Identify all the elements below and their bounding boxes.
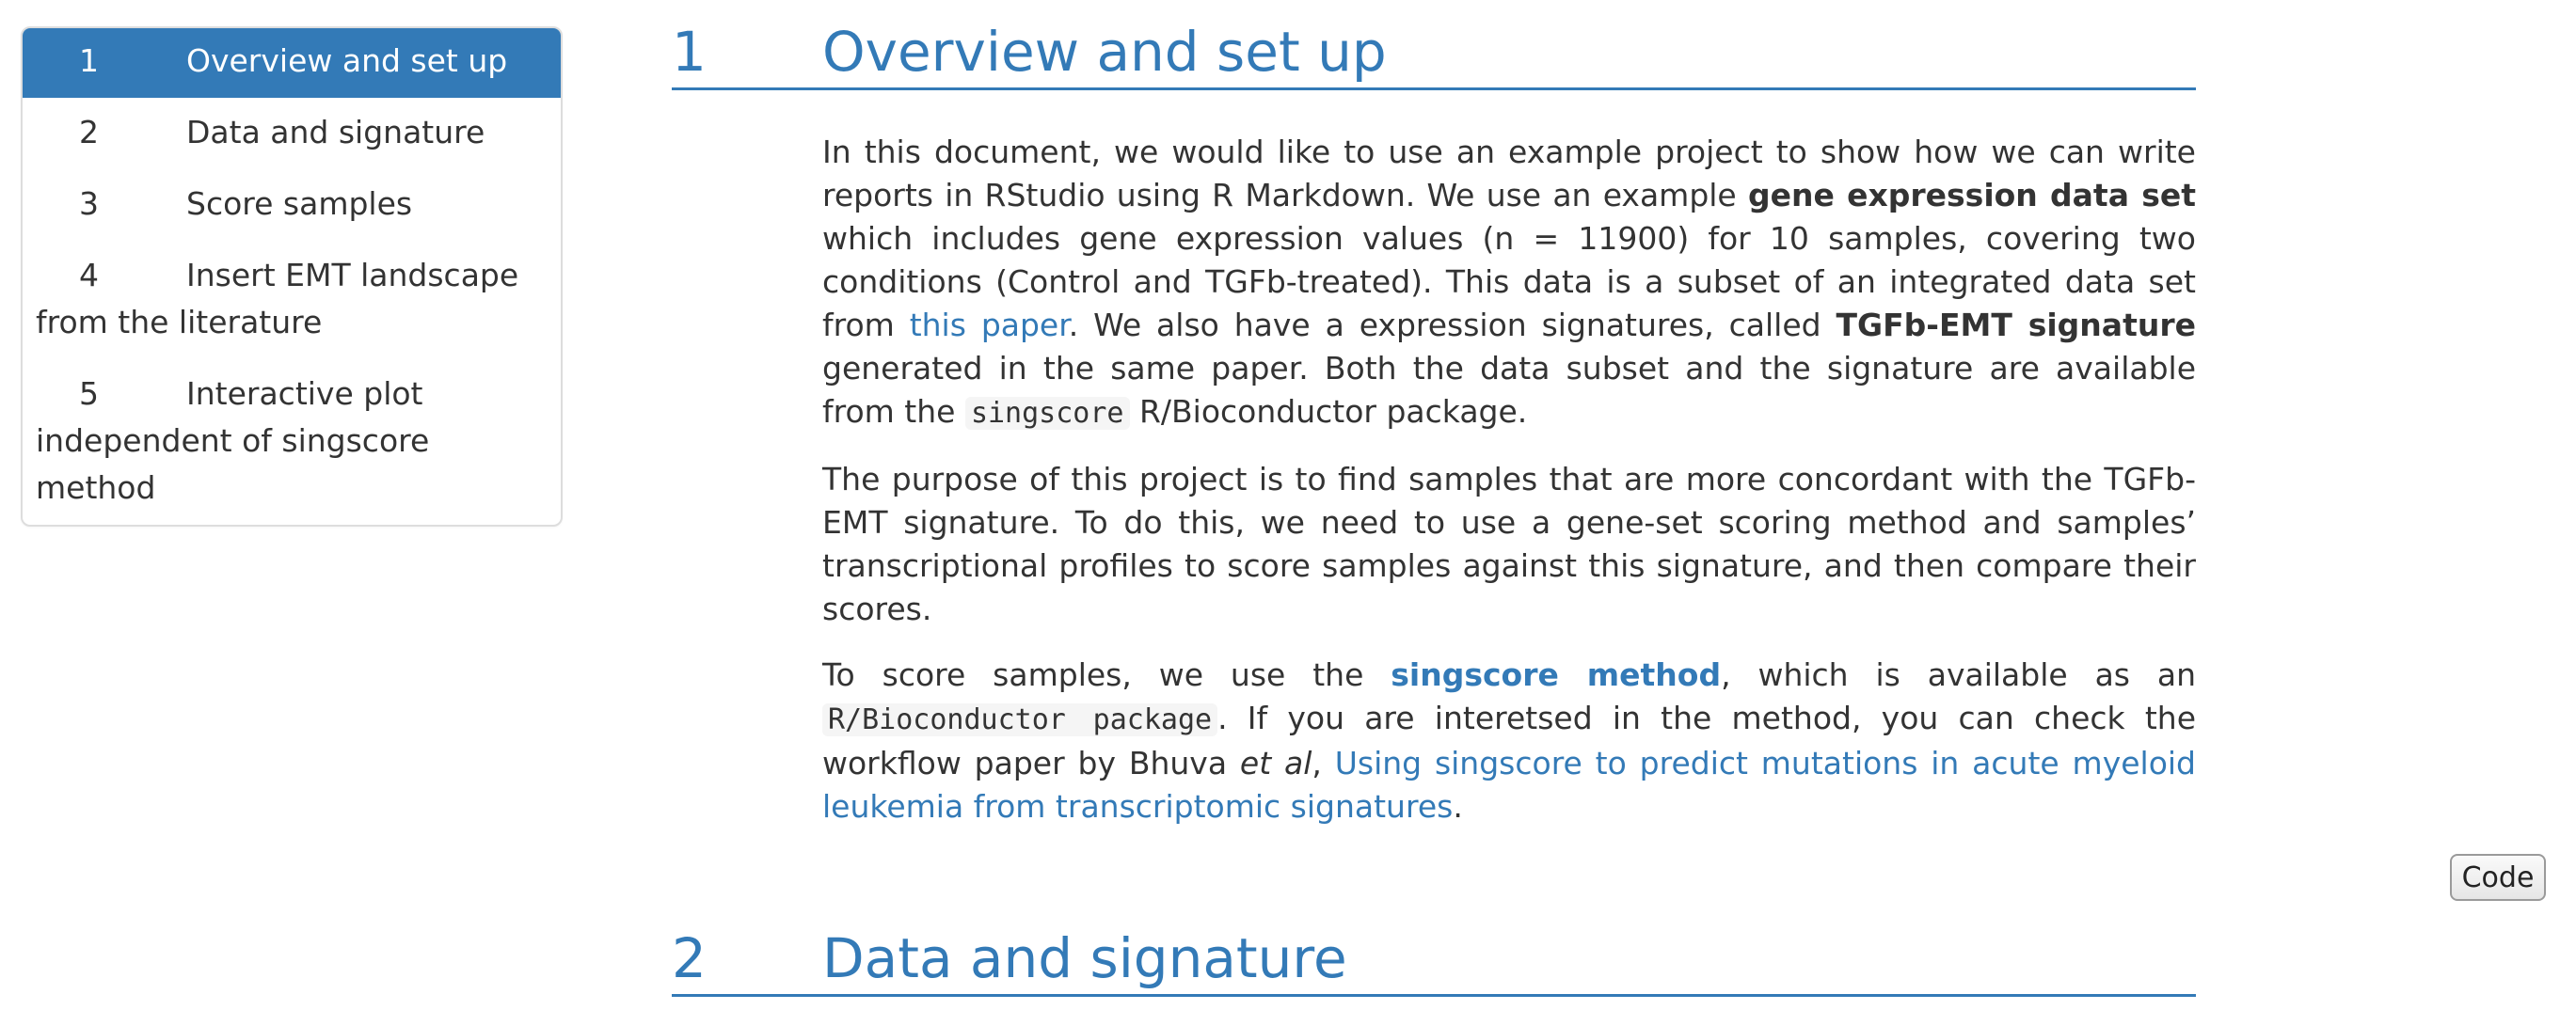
- text-run: To score samples, we use the: [822, 656, 1391, 693]
- section-number: 1: [672, 20, 707, 84]
- toc-item-number: 1: [79, 42, 99, 79]
- toc-item-score-samples[interactable]: 3 Score samples: [23, 169, 561, 241]
- section-number: 2: [672, 926, 707, 990]
- method-paragraph: To score samples, we use the singscore m…: [822, 654, 2196, 829]
- text-run: ,: [1312, 745, 1335, 781]
- bold-term-data-set: gene expression data set: [1747, 177, 2196, 213]
- toc-item-number: 3: [79, 185, 99, 222]
- section-title: Overview and set up: [822, 20, 1387, 84]
- toc-item-interactive-plot[interactable]: 5 Interactive plot independent of singsco…: [23, 359, 561, 525]
- toc-item-number: 2: [79, 114, 99, 150]
- inline-code-package: R/Bioconductor package: [822, 703, 1218, 736]
- toc-item-label: Data and signature: [186, 114, 485, 150]
- toc-item-number: 4: [79, 257, 99, 293]
- this-paper-link[interactable]: this paper: [910, 307, 1069, 343]
- table-of-contents: 1 Overview and set up 2 Data and signature…: [21, 26, 563, 527]
- singscore-method-link[interactable]: singscore method: [1391, 656, 1721, 693]
- section-heading-overview: 1 Overview and set up: [672, 19, 2196, 90]
- text-run: .: [1453, 788, 1463, 825]
- toc-item-data-signature[interactable]: 2 Data and signature: [23, 98, 561, 169]
- bold-term-signature: TGFb-EMT signature: [1836, 307, 2196, 343]
- text-run: . We also have a expression signatures, …: [1068, 307, 1837, 343]
- toc-item-number: 5: [79, 375, 99, 412]
- toc-item-emt-landscape[interactable]: 4 Insert EMT landscape from the literatur…: [23, 241, 561, 359]
- toc-item-overview[interactable]: 1 Overview and set up: [23, 28, 561, 98]
- section-title: Data and signature: [822, 926, 1347, 990]
- code-toggle-button[interactable]: Code: [2450, 854, 2546, 901]
- intro-paragraph: In this document, we would like to use a…: [822, 131, 2196, 435]
- section-heading-data-signature: 2 Data and signature: [672, 925, 2196, 997]
- toc-item-label: Score samples: [186, 185, 413, 222]
- inline-code-singscore: singscore: [964, 397, 1130, 430]
- toc-item-label: Overview and set up: [186, 42, 508, 79]
- text-run: R/Bioconductor package.: [1129, 393, 1528, 430]
- text-run: , which is available as an: [1721, 656, 2197, 693]
- italic-et-al: et al: [1239, 745, 1312, 781]
- purpose-paragraph: The purpose of this project is to find s…: [822, 461, 2196, 627]
